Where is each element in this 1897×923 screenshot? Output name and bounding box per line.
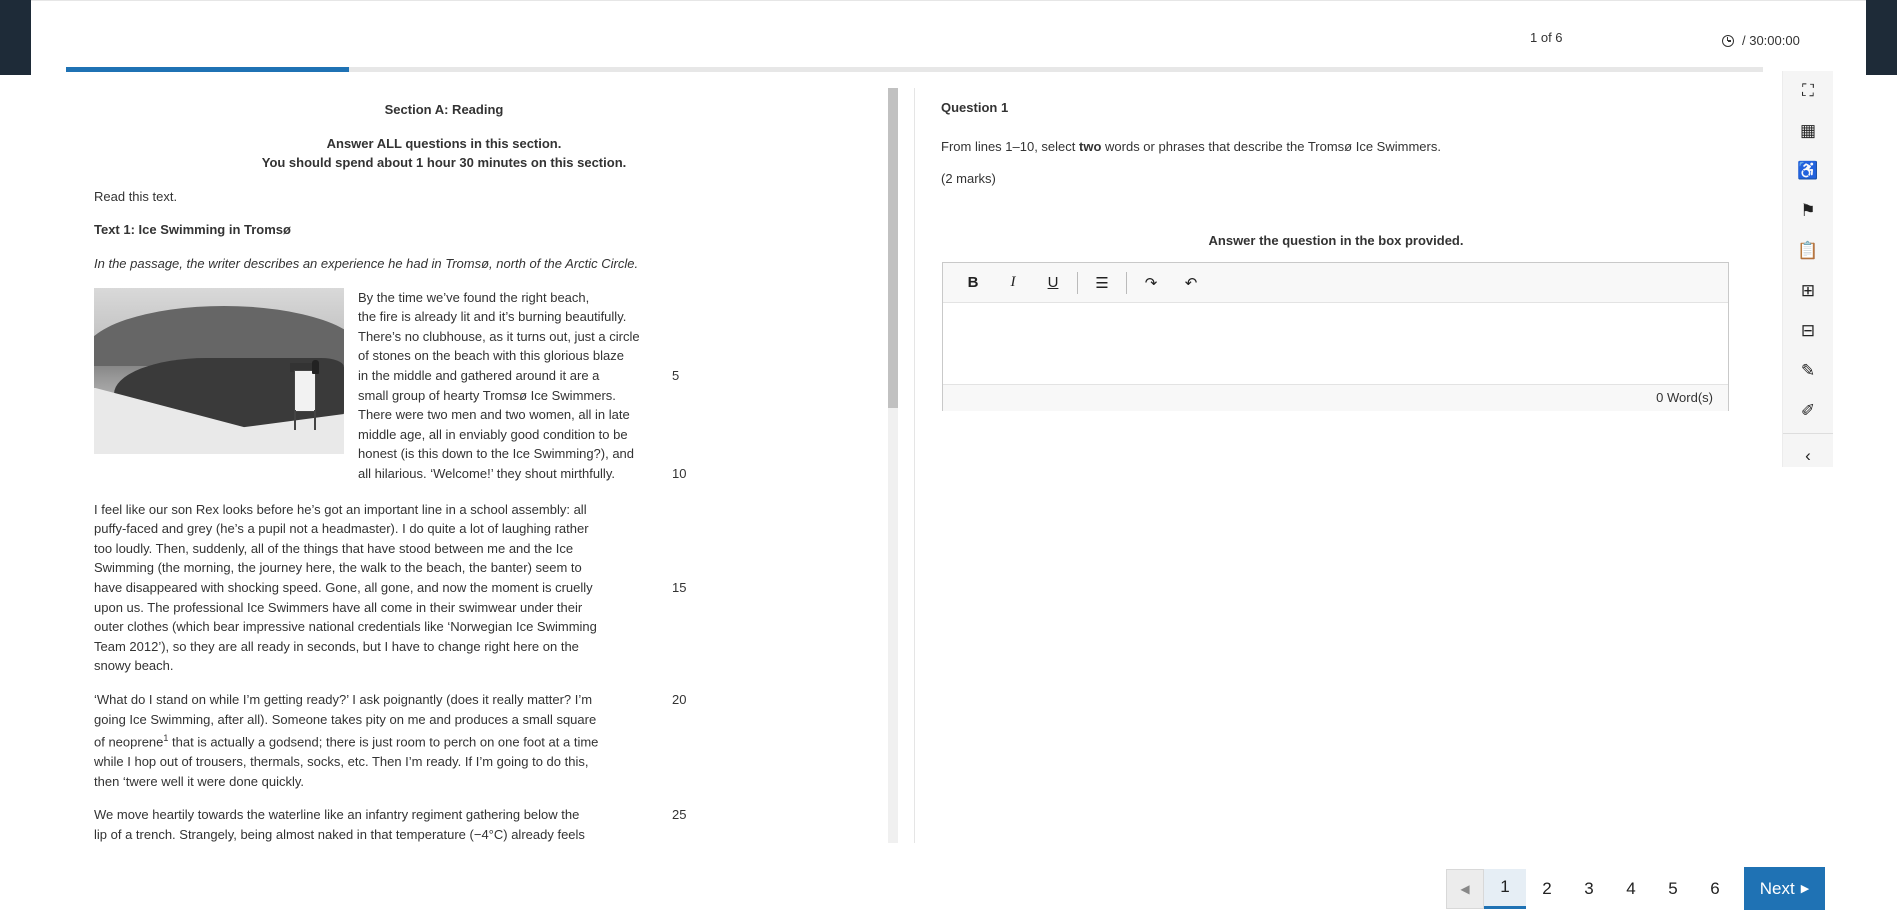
notes-icon[interactable]: ⊟: [1783, 311, 1833, 351]
clipboard-icon[interactable]: 📋: [1783, 231, 1833, 271]
line-number: 20: [672, 691, 687, 707]
word-count: 0 Word(s): [943, 384, 1728, 411]
previous-button[interactable]: ◀: [1446, 868, 1484, 909]
answer-editor: B I U ☰ ↷ ↶ 0 Word(s): [942, 262, 1729, 411]
timer: / 30:00:00: [1722, 33, 1800, 48]
paragraph-2: I feel like our son Rex looks before he’…: [94, 500, 794, 676]
page-2-button[interactable]: 2: [1526, 869, 1568, 909]
text-line: have disappeared with shocking speed. Go…: [94, 579, 593, 595]
line-number: 5: [672, 367, 680, 383]
next-arrow-icon: ▶: [1800, 883, 1810, 895]
text-intro: In the passage, the writer describes an …: [94, 255, 639, 271]
text-line: I feel like our son Rex looks before he’…: [94, 501, 587, 517]
page-3-button[interactable]: 3: [1568, 869, 1610, 909]
section-title: Section A: Reading: [384, 102, 504, 117]
pen-icon[interactable]: ✎: [1783, 351, 1833, 391]
text-line: Team 2012’), so they are all ready in se…: [94, 638, 579, 654]
question-counter: 1 of 6: [1530, 30, 1563, 45]
side-toolbar: ⛶ ▦ ♿ ⚑ 📋 ⊞ ⊟ ✎ ✐ ‹: [1782, 71, 1833, 467]
text-line: lip of a trench. Strangely, being almost…: [94, 826, 585, 842]
bullet-list-icon[interactable]: ☰: [1082, 268, 1122, 298]
text-line: snowy beach.: [94, 658, 174, 674]
progress-bar: [66, 67, 1763, 72]
text-line: all hilarious. ‘Welcome!’ they shout mir…: [358, 465, 615, 481]
redo-icon[interactable]: ↷: [1131, 268, 1171, 298]
text-line: By the time we’ve found the right beach,: [358, 289, 590, 305]
reading-pane[interactable]: Section A: Reading Answer ALL questions …: [66, 88, 886, 843]
left-edge: [0, 0, 31, 75]
question-pager: ◀ 1 2 3 4 5 6 Next ▶: [1446, 867, 1825, 910]
underline-button[interactable]: U: [1033, 268, 1073, 298]
paragraph-4: We move heartily towards the waterline l…: [94, 805, 794, 843]
answer-instruction: Answer the question in the box provided.: [1208, 233, 1464, 248]
editor-toolbar: B I U ☰ ↷ ↶: [943, 263, 1728, 303]
paragraph-1: By the time we’ve found the right beach,…: [358, 288, 668, 484]
text-line: There’s no clubhouse, as it turns out, j…: [358, 328, 640, 344]
italic-button[interactable]: I: [993, 268, 1033, 298]
text-line: while I hop out of trousers, thermals, s…: [94, 754, 589, 770]
clock-icon: [1722, 34, 1734, 47]
navigator-icon[interactable]: ▦: [1783, 111, 1833, 151]
text-line: the fire is already lit and it’s burning…: [358, 309, 627, 325]
accessibility-icon[interactable]: ♿: [1783, 151, 1833, 191]
right-edge: [1866, 0, 1897, 75]
text-line: of neoprene1 that is actually a godsend;…: [94, 733, 599, 750]
question-marks: (2 marks): [941, 171, 996, 186]
line-number: 15: [672, 579, 687, 595]
text-line: then ‘twere well it were done quickly.: [94, 773, 305, 789]
text-line: honest (is this down to the Ice Swimming…: [358, 446, 635, 462]
line-number: 25: [672, 807, 687, 823]
text-line: Swimming (the morning, the journey here,…: [94, 560, 582, 576]
bold-button[interactable]: B: [953, 268, 993, 298]
text-line: in the middle and gathered around it are…: [358, 367, 600, 383]
text-line: puffy-faced and grey (he’s a pupil not a…: [94, 521, 589, 537]
pane-divider: [914, 88, 915, 843]
paragraph-3: ‘What do I stand on while I’m getting re…: [94, 690, 794, 791]
text-line: small group of hearty Tromsø Ice Swimmer…: [358, 387, 616, 403]
text-line: We move heartily towards the waterline l…: [94, 807, 580, 823]
text-line: of stones on the beach with this gloriou…: [358, 348, 624, 364]
page-4-button[interactable]: 4: [1610, 869, 1652, 909]
question-pane: Question 1 From lines 1–10, select two w…: [941, 88, 1781, 248]
collapse-icon[interactable]: ‹: [1783, 436, 1833, 476]
flag-icon[interactable]: ⚑: [1783, 191, 1833, 231]
text-title: Text 1: Ice Swimming in Tromsø: [94, 222, 291, 238]
line-number: 10: [672, 465, 687, 481]
paragraph-1-block: By the time we’ve found the right beach,…: [94, 287, 794, 486]
text-line: going Ice Swimming, after all). Someone …: [94, 711, 597, 727]
scrollbar-thumb[interactable]: [888, 88, 898, 408]
text-line: There were two men and two women, all in…: [358, 407, 630, 423]
text-line: ‘What do I stand on while I’m getting re…: [94, 691, 593, 707]
text-line: too loudly. Then, suddenly, all of the t…: [94, 540, 574, 556]
page-6-button[interactable]: 6: [1694, 869, 1736, 909]
question-text: From lines 1–10, select two words or phr…: [941, 139, 1441, 154]
next-button[interactable]: Next ▶: [1744, 867, 1825, 910]
answer-text-area[interactable]: [943, 303, 1728, 384]
page-5-button[interactable]: 5: [1652, 869, 1694, 909]
progress-fill: [66, 67, 349, 72]
ice-swimming-photo: [94, 287, 344, 454]
timer-value: / 30:00:00: [1742, 33, 1800, 48]
highlighter-icon[interactable]: ✐: [1783, 391, 1833, 431]
instruction-1: Answer ALL questions in this section.: [326, 135, 562, 151]
text-line: outer clothes (which bear impressive nat…: [94, 619, 597, 635]
next-label: Next: [1759, 878, 1795, 898]
read-this-text: Read this text.: [94, 188, 178, 204]
text-line: upon us. The professional Ice Swimmers h…: [94, 599, 583, 615]
page-1-button[interactable]: 1: [1484, 868, 1526, 909]
instruction-2: You should spend about 1 hour 30 minutes…: [261, 155, 627, 171]
fullscreen-icon[interactable]: ⛶: [1783, 71, 1833, 111]
undo-icon[interactable]: ↶: [1171, 268, 1211, 298]
reading-content: Section A: Reading Answer ALL questions …: [94, 88, 794, 843]
text-line: middle age, all in enviably good conditi…: [358, 426, 628, 442]
add-note-icon[interactable]: ⊞: [1783, 271, 1833, 311]
reading-scrollbar[interactable]: [888, 88, 898, 843]
question-title: Question 1: [941, 100, 1009, 115]
